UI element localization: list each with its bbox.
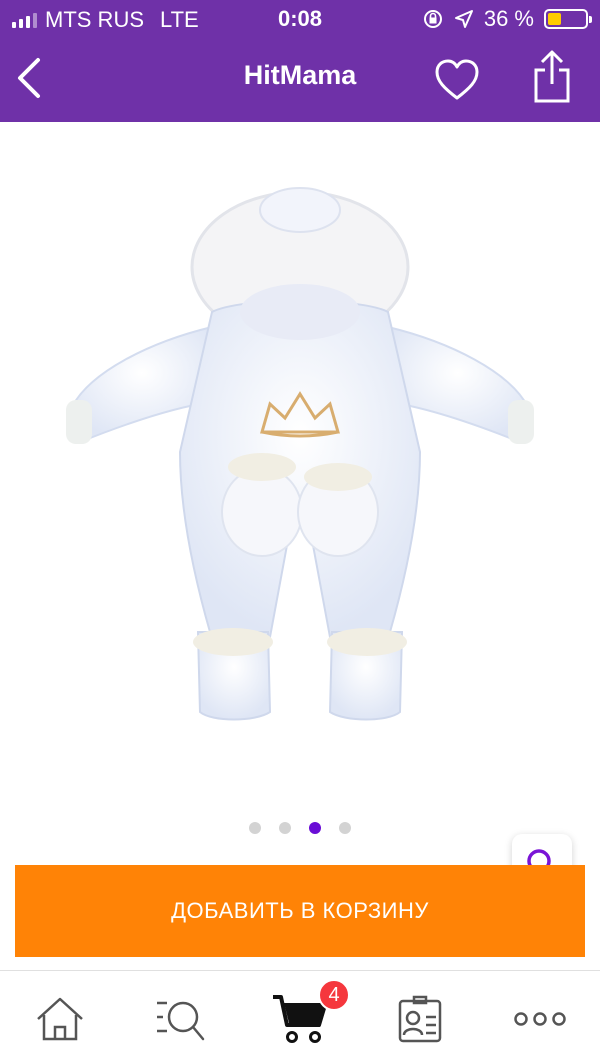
nav-bar: HitMama bbox=[0, 38, 600, 122]
home-icon bbox=[37, 997, 83, 1041]
tab-catalog-search[interactable] bbox=[150, 989, 210, 1049]
status-bar: MTS RUS LTE 0:08 36 % bbox=[0, 0, 600, 38]
search-list-icon bbox=[157, 1001, 205, 1041]
battery-percent: 36 % bbox=[483, 6, 534, 31]
product-image-gallery[interactable] bbox=[0, 122, 600, 894]
profile-card-icon bbox=[398, 995, 442, 1043]
battery-icon bbox=[544, 9, 592, 29]
add-to-cart-button[interactable]: ДОБАВИТЬ В КОРЗИНУ bbox=[15, 865, 585, 957]
location-icon bbox=[454, 10, 473, 28]
app-header: MTS RUS LTE 0:08 36 % HitMama bbox=[0, 0, 600, 122]
orientation-lock-icon bbox=[423, 10, 442, 28]
gallery-pagination bbox=[0, 822, 600, 834]
cart-count-badge: 4 bbox=[318, 979, 350, 1011]
heart-icon[interactable] bbox=[434, 58, 480, 102]
pagination-dot[interactable] bbox=[339, 822, 351, 834]
product-image[interactable] bbox=[0, 122, 600, 822]
share-icon[interactable] bbox=[530, 48, 574, 104]
status-right: 36 % bbox=[422, 6, 592, 32]
page-title: HitMama bbox=[243, 60, 357, 90]
battery-level bbox=[548, 13, 561, 25]
pagination-dot[interactable] bbox=[249, 822, 261, 834]
tab-more[interactable] bbox=[510, 989, 570, 1049]
pagination-dot[interactable] bbox=[309, 822, 321, 834]
pagination-dot[interactable] bbox=[279, 822, 291, 834]
bottom-tab-bar bbox=[0, 970, 600, 1063]
tab-home[interactable] bbox=[30, 989, 90, 1049]
more-icon bbox=[514, 1012, 566, 1026]
tab-profile[interactable] bbox=[390, 989, 450, 1049]
